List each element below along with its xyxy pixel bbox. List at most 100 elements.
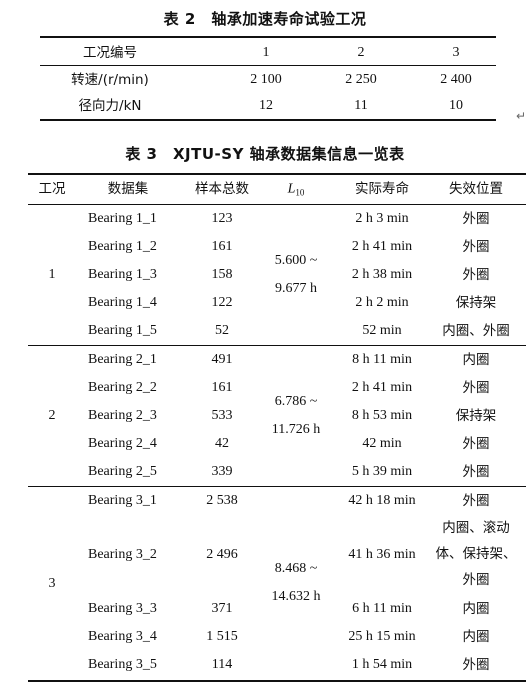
row-3-1-failure: 外圈 bbox=[462, 493, 490, 509]
row-3-3-life: 6 h 11 min bbox=[352, 601, 412, 616]
row-3-4-life: 25 h 15 min bbox=[348, 629, 416, 644]
row-3-5-dataset: Bearing 3_5 bbox=[88, 657, 157, 672]
table2-caption: 表 2 轴承加速寿命试验工况 bbox=[163, 10, 367, 28]
row-1-5-life: 52 min bbox=[362, 323, 402, 338]
group2-L10-line2: 11.726 h bbox=[271, 422, 321, 437]
row-2-5-failure: 外圈 bbox=[462, 464, 490, 480]
row-3-2-failure-line1: 内圈、滚动 bbox=[442, 520, 510, 536]
row-3-2-dataset: Bearing 3_2 bbox=[88, 547, 157, 562]
row-2-2-failure: 外圈 bbox=[462, 380, 490, 396]
table2-header-rule bbox=[40, 65, 496, 66]
row-1-4-dataset: Bearing 1_4 bbox=[88, 295, 157, 310]
row-1-2-failure: 外圈 bbox=[462, 239, 490, 255]
row-1-2-samples: 161 bbox=[211, 239, 233, 254]
row-1-2-life: 2 h 41 min bbox=[351, 239, 413, 254]
table2-header-label: 工况编号 bbox=[83, 45, 137, 61]
row-3-2-life: 41 h 36 min bbox=[348, 547, 416, 562]
table2-row-force-label: 径向力/kN bbox=[78, 98, 142, 114]
row-2-2-dataset: Bearing 2_2 bbox=[88, 380, 157, 395]
row-3-2-failure-line3: 外圈 bbox=[462, 572, 490, 588]
row-3-3-samples: 371 bbox=[211, 601, 233, 616]
table3-header-dataset: 数据集 bbox=[107, 181, 149, 197]
group1-condition: 1 bbox=[48, 267, 56, 282]
row-3-5-life: 1 h 54 min bbox=[351, 657, 413, 672]
row-1-1-failure: 外圈 bbox=[462, 211, 490, 227]
row-3-1-life: 42 h 18 min bbox=[348, 493, 416, 508]
group3-condition: 3 bbox=[48, 576, 56, 591]
row-3-3-failure: 内圈 bbox=[462, 601, 490, 617]
table2-bottom-rule bbox=[40, 119, 496, 121]
row-2-1-failure: 内圈 bbox=[462, 352, 490, 368]
row-3-2-failure-line2: 体、保持架、 bbox=[435, 546, 517, 562]
row-3-5-failure: 外圈 bbox=[462, 657, 490, 673]
row-1-4-life: 2 h 2 min bbox=[355, 295, 409, 310]
table2-top-rule bbox=[40, 36, 496, 38]
row-1-4-failure: 保持架 bbox=[455, 295, 497, 311]
group2-L10-line1: 6.786 ~ bbox=[274, 394, 318, 409]
row-2-2-life: 2 h 41 min bbox=[351, 380, 413, 395]
row-1-3-failure: 外圈 bbox=[462, 267, 490, 283]
table2-row-force-val3: 10 bbox=[449, 98, 463, 113]
paragraph-return-mark: ↵ bbox=[515, 109, 526, 123]
group1-L10-line2: 9.677 h bbox=[275, 281, 317, 296]
row-2-4-samples: 42 bbox=[215, 436, 229, 451]
table2-row-speed-val3: 2 400 bbox=[440, 72, 472, 87]
row-1-5-samples: 52 bbox=[215, 323, 229, 338]
row-1-4-samples: 122 bbox=[211, 295, 233, 310]
row-2-4-failure: 外圈 bbox=[462, 436, 490, 452]
table3-header-samples: 样本总数 bbox=[195, 181, 249, 197]
table3-header-rule bbox=[28, 204, 526, 205]
row-1-2-dataset: Bearing 1_2 bbox=[88, 239, 157, 254]
group2-separator bbox=[28, 486, 526, 487]
row-2-1-dataset: Bearing 2_1 bbox=[88, 352, 157, 367]
row-2-3-failure: 保持架 bbox=[455, 408, 497, 424]
row-2-1-life: 8 h 11 min bbox=[352, 352, 412, 367]
table3-header-life: 实际寿命 bbox=[355, 181, 409, 197]
row-1-5-failure: 内圈、外圈 bbox=[442, 323, 510, 339]
table3-header-L10-main: L bbox=[287, 181, 296, 197]
table2-row-force-val1: 12 bbox=[259, 98, 273, 113]
row-1-1-samples: 123 bbox=[211, 211, 233, 226]
group3-L10-line2: 14.632 h bbox=[271, 589, 321, 604]
group1-separator bbox=[28, 345, 526, 346]
group3-L10-line1: 8.468 ~ bbox=[274, 561, 318, 576]
row-2-4-dataset: Bearing 2_4 bbox=[88, 436, 157, 451]
row-2-3-samples: 533 bbox=[211, 408, 233, 423]
row-3-4-dataset: Bearing 3_4 bbox=[88, 629, 157, 644]
table2-header-col3: 3 bbox=[452, 45, 460, 60]
table3-header-L10: L10 bbox=[288, 182, 305, 201]
table2-row-force-val2: 11 bbox=[354, 98, 368, 113]
table3-bottom-rule bbox=[28, 680, 526, 682]
row-1-3-dataset: Bearing 1_3 bbox=[88, 267, 157, 282]
group2-condition: 2 bbox=[48, 408, 56, 423]
row-3-1-samples: 2 538 bbox=[206, 493, 238, 508]
row-2-5-dataset: Bearing 2_5 bbox=[88, 464, 157, 479]
group1-L10-line1: 5.600 ~ bbox=[274, 253, 318, 268]
row-1-3-life: 2 h 38 min bbox=[351, 267, 413, 282]
table2-row-speed-val1: 2 100 bbox=[250, 72, 282, 87]
row-1-1-life: 2 h 3 min bbox=[355, 211, 409, 226]
row-2-2-samples: 161 bbox=[211, 380, 233, 395]
row-2-1-samples: 491 bbox=[211, 352, 233, 367]
row-2-3-life: 8 h 53 min bbox=[351, 408, 413, 423]
row-3-2-samples: 2 496 bbox=[206, 547, 238, 562]
row-1-5-dataset: Bearing 1_5 bbox=[88, 323, 157, 338]
row-3-4-samples: 1 515 bbox=[206, 629, 238, 644]
table3-top-rule bbox=[28, 173, 526, 175]
row-3-4-failure: 内圈 bbox=[462, 629, 490, 645]
row-3-1-dataset: Bearing 3_1 bbox=[88, 493, 157, 508]
row-2-3-dataset: Bearing 2_3 bbox=[88, 408, 157, 423]
table3-caption: 表 3 XJTU-SY 轴承数据集信息一览表 bbox=[125, 145, 405, 163]
row-3-5-samples: 114 bbox=[211, 657, 233, 672]
table2-header-col2: 2 bbox=[357, 45, 365, 60]
row-2-5-life: 5 h 39 min bbox=[351, 464, 413, 479]
table2-row-speed-label: 转速/(r/min) bbox=[71, 72, 149, 88]
row-1-1-dataset: Bearing 1_1 bbox=[88, 211, 157, 226]
row-1-3-samples: 158 bbox=[211, 267, 233, 282]
table2-header-col1: 1 bbox=[262, 45, 270, 60]
table3-header-condition: 工况 bbox=[38, 181, 66, 197]
table2-row-speed-val2: 2 250 bbox=[345, 72, 377, 87]
row-3-3-dataset: Bearing 3_3 bbox=[88, 601, 157, 616]
table3-header-failure: 失效位置 bbox=[449, 181, 503, 197]
row-2-5-samples: 339 bbox=[211, 464, 233, 479]
